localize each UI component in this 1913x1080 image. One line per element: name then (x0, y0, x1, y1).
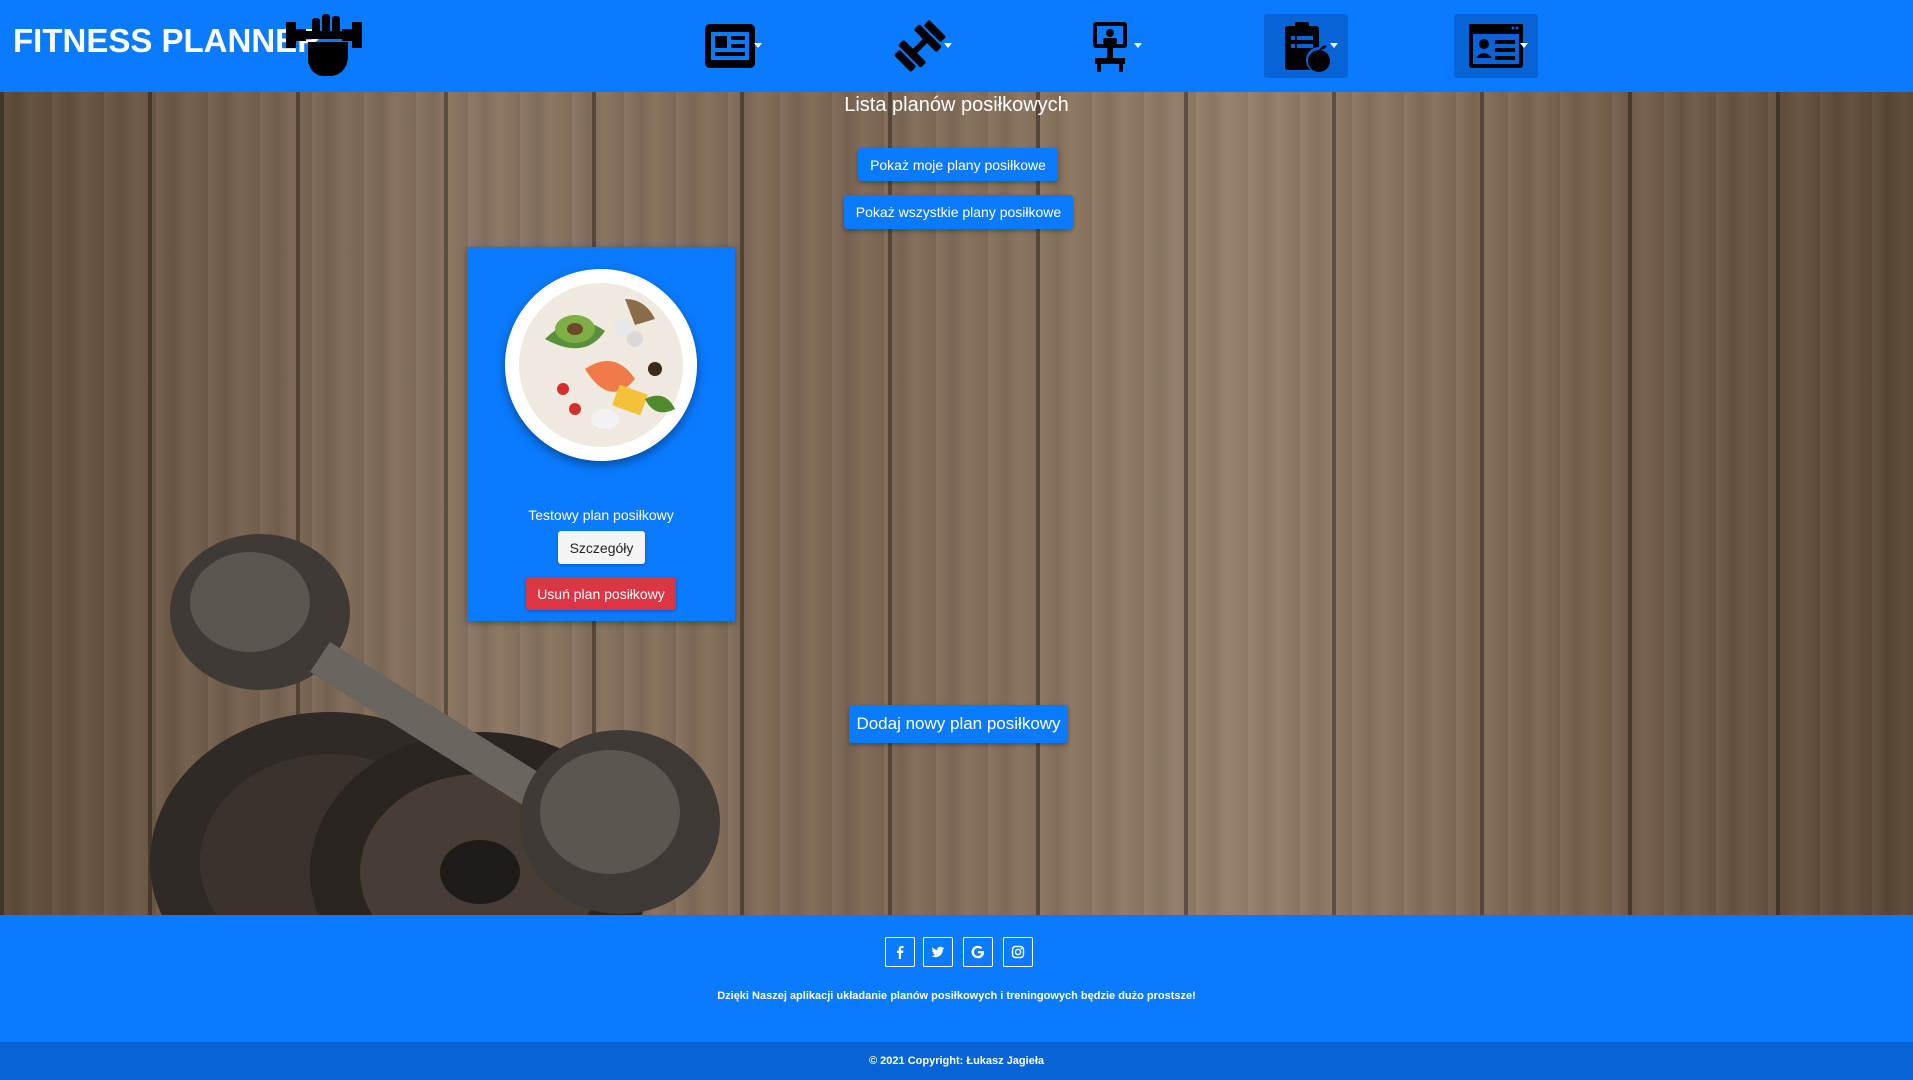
salad-bowl-icon (505, 269, 697, 461)
chevron-down-icon (754, 43, 762, 48)
meal-plan-title: Testowy plan posiłkowy (528, 507, 674, 523)
navbar: FITNESS PLANNER (0, 0, 1913, 92)
chevron-down-icon (1330, 43, 1338, 48)
news-card-icon (705, 24, 755, 68)
delete-plan-button[interactable]: Usuń plan posiłkowy (526, 577, 676, 610)
footer-tagline: Dzięki Naszej aplikacji układanie planów… (717, 990, 1196, 1002)
facebook-icon (897, 945, 904, 959)
nav-trainer[interactable] (1068, 14, 1152, 78)
dumbbell-icon (894, 20, 946, 72)
meal-plan-card: Testowy plan posiłkowy Szczegóły Usuń pl… (467, 247, 735, 621)
details-button[interactable]: Szczegóły (558, 531, 645, 564)
footer: Dzięki Naszej aplikacji układanie planów… (0, 915, 1913, 1042)
show-my-plans-button[interactable]: Pokaż moje plany posiłkowe (858, 148, 1058, 181)
google-link[interactable] (963, 937, 993, 967)
chevron-down-icon (1520, 43, 1528, 48)
fist-dumbbell-logo-icon (286, 14, 362, 76)
twitter-link[interactable] (923, 937, 953, 967)
add-meal-plan-button[interactable]: Dodaj nowy plan posiłkowy (849, 705, 1068, 743)
profile-card-icon (1469, 24, 1523, 68)
facebook-link[interactable] (885, 937, 915, 967)
instagram-icon (1011, 945, 1025, 959)
page-title: Lista planów posiłkowych (844, 94, 1069, 116)
nav-news[interactable] (688, 14, 772, 78)
show-all-plans-button[interactable]: Pokaż wszystkie plany posiłkowe (844, 195, 1073, 229)
instagram-link[interactable] (1003, 937, 1033, 967)
brand-title[interactable]: FITNESS PLANNER (13, 22, 321, 60)
google-icon (971, 945, 984, 959)
meal-plan-image (505, 269, 697, 461)
chevron-down-icon (944, 43, 952, 48)
nav-profile[interactable] (1454, 14, 1538, 78)
copyright-bar: © 2021 Copyright: Łukasz Jagieła (0, 1042, 1913, 1080)
chevron-down-icon (1134, 43, 1142, 48)
trainer-icon (1093, 22, 1127, 72)
nav-meal-plans[interactable] (1264, 14, 1348, 78)
meal-plan-clipboard-icon (1285, 22, 1332, 73)
twitter-icon (931, 946, 944, 958)
nav-training[interactable] (878, 14, 962, 78)
